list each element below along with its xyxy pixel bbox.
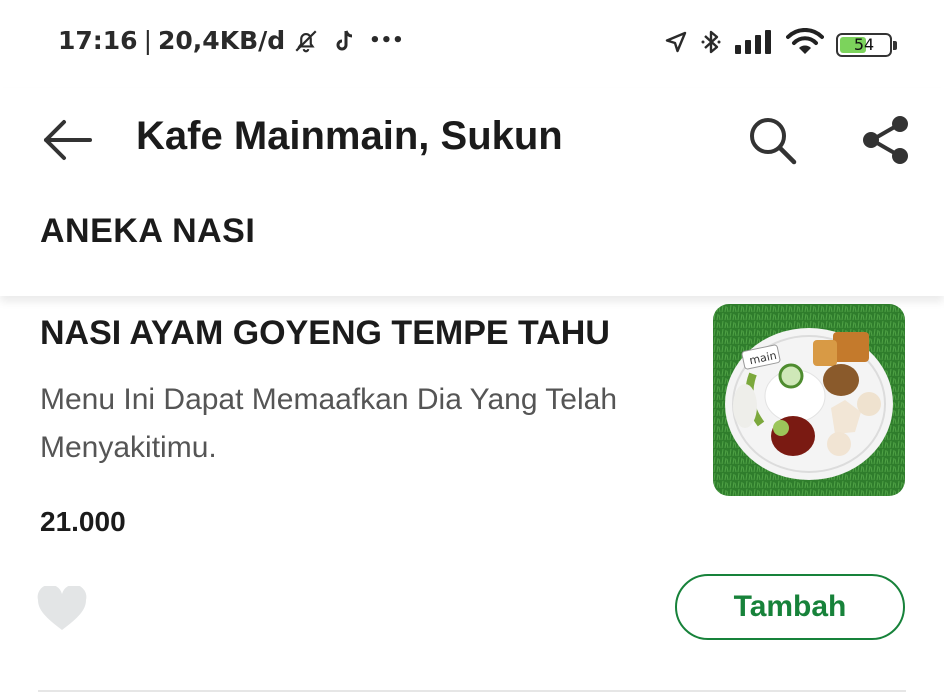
category-title: ANEKA NASI [40, 212, 256, 250]
status-bar: 17:16 | 20,4KB/d ••• 54 [0, 0, 944, 88]
battery-level: 54 [853, 35, 875, 54]
location-arrow-icon [664, 30, 688, 59]
food-photo: main [713, 304, 905, 496]
search-button[interactable] [744, 112, 800, 168]
tiktok-icon [333, 28, 357, 54]
network-speed: 20,4KB/d [158, 26, 286, 55]
bluetooth-icon [700, 28, 722, 61]
share-icon [863, 116, 908, 164]
back-button[interactable] [40, 116, 94, 164]
search-icon [750, 118, 797, 165]
status-right: 54 [664, 27, 897, 61]
share-button[interactable] [858, 112, 914, 168]
menu-item-card[interactable]: NASI AYAM GOYENG TEMPE TAHU Menu Ini Dap… [0, 296, 944, 698]
arrow-left-icon [44, 120, 92, 160]
heart-icon [37, 584, 87, 630]
app-header: Kafe Mainmain, Sukun ANEKA NASI [0, 88, 944, 296]
add-button[interactable]: Tambah [675, 574, 905, 640]
menu-item-photo[interactable]: main [713, 304, 905, 496]
favorite-button[interactable] [36, 584, 88, 632]
menu-item-description: Menu Ini Dapat Memaafkan Dia Yang Telah … [40, 383, 618, 464]
bell-off-icon [293, 28, 319, 54]
page-title: Kafe Mainmain, Sukun [136, 114, 563, 158]
item-divider [38, 690, 906, 692]
battery-icon: 54 [836, 32, 897, 57]
status-left: 17:16 | 20,4KB/d ••• [58, 26, 404, 55]
wifi-icon [786, 27, 824, 61]
clock: 17:16 [58, 26, 138, 55]
signal-icon [734, 29, 774, 60]
battery-cap [893, 40, 897, 50]
status-separator: | [143, 26, 153, 55]
menu-item-name: NASI AYAM GOYENG TEMPE TAHU [40, 314, 610, 352]
more-status-icon: ••• [369, 30, 404, 51]
menu-item-price: 21.000 [40, 506, 126, 537]
